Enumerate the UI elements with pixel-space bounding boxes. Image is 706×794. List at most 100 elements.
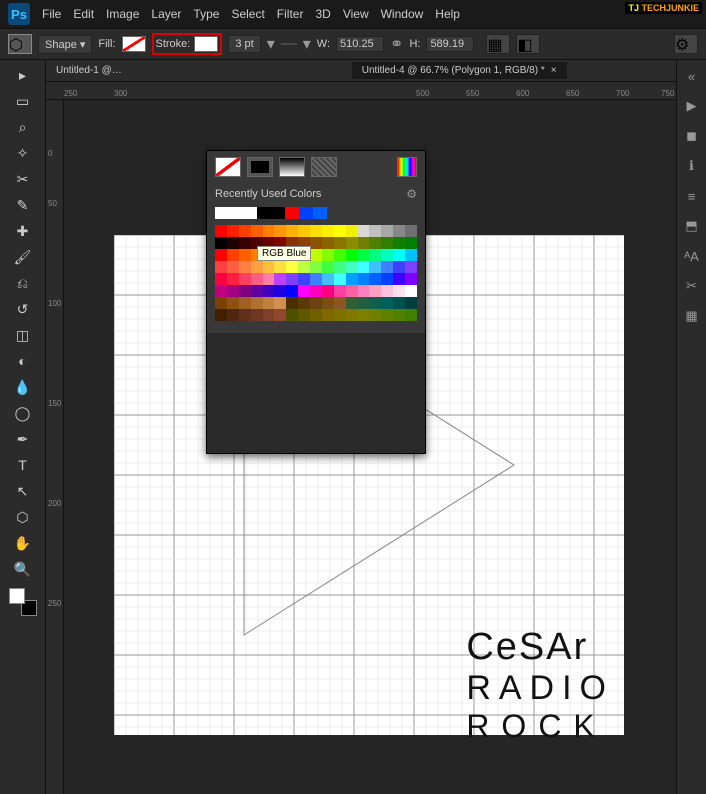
- color-swatch[interactable]: [369, 309, 381, 321]
- color-swatch[interactable]: [310, 261, 322, 273]
- color-swatch[interactable]: [381, 237, 393, 249]
- color-swatch[interactable]: [299, 207, 313, 219]
- color-swatch[interactable]: [346, 249, 358, 261]
- color-swatch[interactable]: [369, 297, 381, 309]
- color-swatch[interactable]: [215, 237, 227, 249]
- color-swatch[interactable]: [239, 225, 251, 237]
- color-swatch[interactable]: [285, 207, 299, 219]
- stroke-swatch[interactable]: [194, 36, 218, 52]
- color-swatch[interactable]: [381, 225, 393, 237]
- color-swatch[interactable]: [227, 237, 239, 249]
- color-swatch[interactable]: [274, 297, 286, 309]
- color-swatch[interactable]: [239, 261, 251, 273]
- color-swatch[interactable]: [274, 261, 286, 273]
- color-swatch[interactable]: [346, 273, 358, 285]
- color-swatch[interactable]: [381, 261, 393, 273]
- color-swatch[interactable]: [286, 273, 298, 285]
- color-swatch[interactable]: [274, 309, 286, 321]
- pattern-mode[interactable]: [311, 157, 337, 177]
- color-swatch[interactable]: [405, 249, 417, 261]
- color-swatch[interactable]: [298, 309, 310, 321]
- color-swatch[interactable]: [263, 285, 275, 297]
- hand-tool[interactable]: ✋: [12, 532, 34, 554]
- menu-type[interactable]: Type: [193, 7, 219, 21]
- color-swatch[interactable]: [334, 249, 346, 261]
- menu-help[interactable]: Help: [435, 7, 460, 21]
- color-swatch[interactable]: [286, 309, 298, 321]
- color-swatch[interactable]: [251, 261, 263, 273]
- color-swatch[interactable]: [286, 297, 298, 309]
- zoom-tool[interactable]: 🔍: [12, 558, 34, 580]
- stroke-width-input[interactable]: 3 pt: [228, 35, 260, 53]
- gradient-tool[interactable]: ◐: [12, 350, 34, 372]
- color-swatch[interactable]: [263, 273, 275, 285]
- color-swatch[interactable]: [298, 225, 310, 237]
- color-swatch[interactable]: [346, 225, 358, 237]
- color-swatch[interactable]: [322, 225, 334, 237]
- color-swatch[interactable]: [322, 285, 334, 297]
- color-swatch[interactable]: [405, 309, 417, 321]
- color-swatch[interactable]: [405, 297, 417, 309]
- color-swatch[interactable]: [263, 261, 275, 273]
- swatches-panel-icon[interactable]: ⬒: [682, 216, 702, 236]
- shape-mode-select[interactable]: Shape ▾: [38, 35, 92, 54]
- color-swatch[interactable]: [257, 207, 271, 219]
- gradient-mode[interactable]: [279, 157, 305, 177]
- color-swatch[interactable]: [239, 297, 251, 309]
- heal-tool[interactable]: ✚: [12, 220, 34, 242]
- color-swatch[interactable]: [239, 309, 251, 321]
- menu-filter[interactable]: Filter: [277, 7, 304, 21]
- color-swatch[interactable]: [322, 237, 334, 249]
- tab-untitled1[interactable]: Untitled-1 @…: [46, 62, 132, 79]
- color-swatch[interactable]: [334, 309, 346, 321]
- menu-3d[interactable]: 3D: [315, 7, 330, 21]
- color-swatch[interactable]: [215, 225, 227, 237]
- color-swatch[interactable]: [263, 225, 275, 237]
- color-swatch[interactable]: [251, 285, 263, 297]
- color-swatch[interactable]: [239, 237, 251, 249]
- color-swatch[interactable]: [393, 225, 405, 237]
- type-tool[interactable]: T: [12, 454, 34, 476]
- blur-tool[interactable]: 💧: [12, 376, 34, 398]
- nocolor-mode[interactable]: [215, 157, 241, 177]
- stamp-tool[interactable]: ⎌: [12, 272, 34, 294]
- color-swatch[interactable]: [215, 261, 227, 273]
- color-swatch[interactable]: [274, 225, 286, 237]
- color-swatch[interactable]: [334, 225, 346, 237]
- color-swatch[interactable]: [243, 207, 257, 219]
- color-swatch[interactable]: [334, 297, 346, 309]
- menu-edit[interactable]: Edit: [73, 7, 94, 21]
- color-swatch[interactable]: [322, 273, 334, 285]
- color-swatch[interactable]: [251, 297, 263, 309]
- color-swatch[interactable]: [298, 261, 310, 273]
- panel-collapse-icon[interactable]: «: [682, 66, 702, 86]
- color-swatch[interactable]: [358, 309, 370, 321]
- path-ops-icon[interactable]: ◧: [516, 34, 540, 54]
- color-swatch[interactable]: [215, 309, 227, 321]
- color-swatch[interactable]: [358, 285, 370, 297]
- fg-color-icon[interactable]: [9, 588, 25, 604]
- color-swatch[interactable]: [358, 297, 370, 309]
- color-swatch[interactable]: [369, 261, 381, 273]
- color-swatch[interactable]: [393, 237, 405, 249]
- color-swatch[interactable]: [229, 207, 243, 219]
- color-swatch[interactable]: [227, 273, 239, 285]
- tab-untitled4[interactable]: Untitled-4 @ 66.7% (Polygon 1, RGB/8) *×: [352, 62, 567, 79]
- color-swatch[interactable]: [346, 237, 358, 249]
- color-swatch[interactable]: [227, 297, 239, 309]
- color-swatch[interactable]: [369, 249, 381, 261]
- color-swatch[interactable]: [381, 309, 393, 321]
- color-swatch[interactable]: [286, 261, 298, 273]
- height-input[interactable]: [426, 36, 474, 52]
- menu-select[interactable]: Select: [231, 7, 264, 21]
- color-swatch[interactable]: [358, 249, 370, 261]
- color-swatch[interactable]: [346, 285, 358, 297]
- color-swatch[interactable]: [271, 207, 285, 219]
- color-swatch[interactable]: [251, 225, 263, 237]
- gear-icon[interactable]: ⚙: [674, 34, 698, 54]
- play-icon[interactable]: ▶: [682, 96, 702, 116]
- char-panel-icon[interactable]: ᴬA: [682, 246, 702, 266]
- move-tool[interactable]: ▸: [12, 64, 34, 86]
- color-swatch[interactable]: [274, 285, 286, 297]
- crop-tool[interactable]: ✂: [12, 168, 34, 190]
